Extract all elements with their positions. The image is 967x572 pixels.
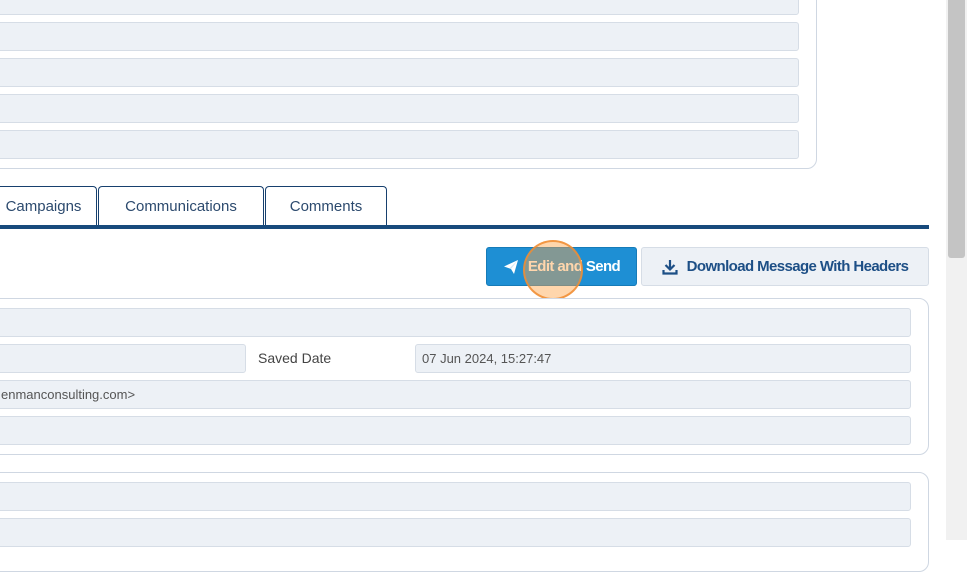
download-message-label: Download Message With Headers — [686, 258, 909, 275]
tab-campaigns[interactable]: Campaigns — [0, 186, 97, 226]
tab-comments[interactable]: Comments — [265, 186, 387, 226]
tab-communications-label: Communications — [125, 198, 237, 215]
tab-campaigns-label: Campaigns — [5, 198, 82, 215]
download-icon — [662, 259, 678, 275]
top-field-3[interactable] — [0, 58, 799, 87]
paper-plane-icon — [503, 259, 519, 275]
lower-field-2[interactable] — [0, 518, 911, 547]
top-field-1[interactable] — [0, 0, 799, 15]
edit-and-send-label: Edit and Send — [527, 258, 621, 275]
edit-and-send-button[interactable]: Edit and Send — [486, 247, 637, 286]
saved-date-label: Saved Date — [258, 350, 332, 366]
to-field[interactable] — [0, 416, 911, 445]
tab-communications[interactable]: Communications — [98, 186, 264, 226]
lower-field-1[interactable] — [0, 482, 911, 511]
page-scrollbar-thumb[interactable] — [948, 0, 965, 258]
date-field[interactable] — [0, 344, 246, 373]
tab-underline — [0, 225, 929, 229]
top-field-2[interactable] — [0, 22, 799, 51]
top-field-4[interactable] — [0, 94, 799, 123]
saved-date-field[interactable]: 07 Jun 2024, 15:27:47 — [415, 344, 911, 373]
subject-field[interactable] — [0, 308, 911, 337]
tab-comments-label: Comments — [289, 198, 363, 215]
top-field-5[interactable] — [0, 130, 799, 159]
from-field[interactable]: enmanconsulting.com> — [0, 380, 911, 409]
download-message-button[interactable]: Download Message With Headers — [641, 247, 929, 286]
